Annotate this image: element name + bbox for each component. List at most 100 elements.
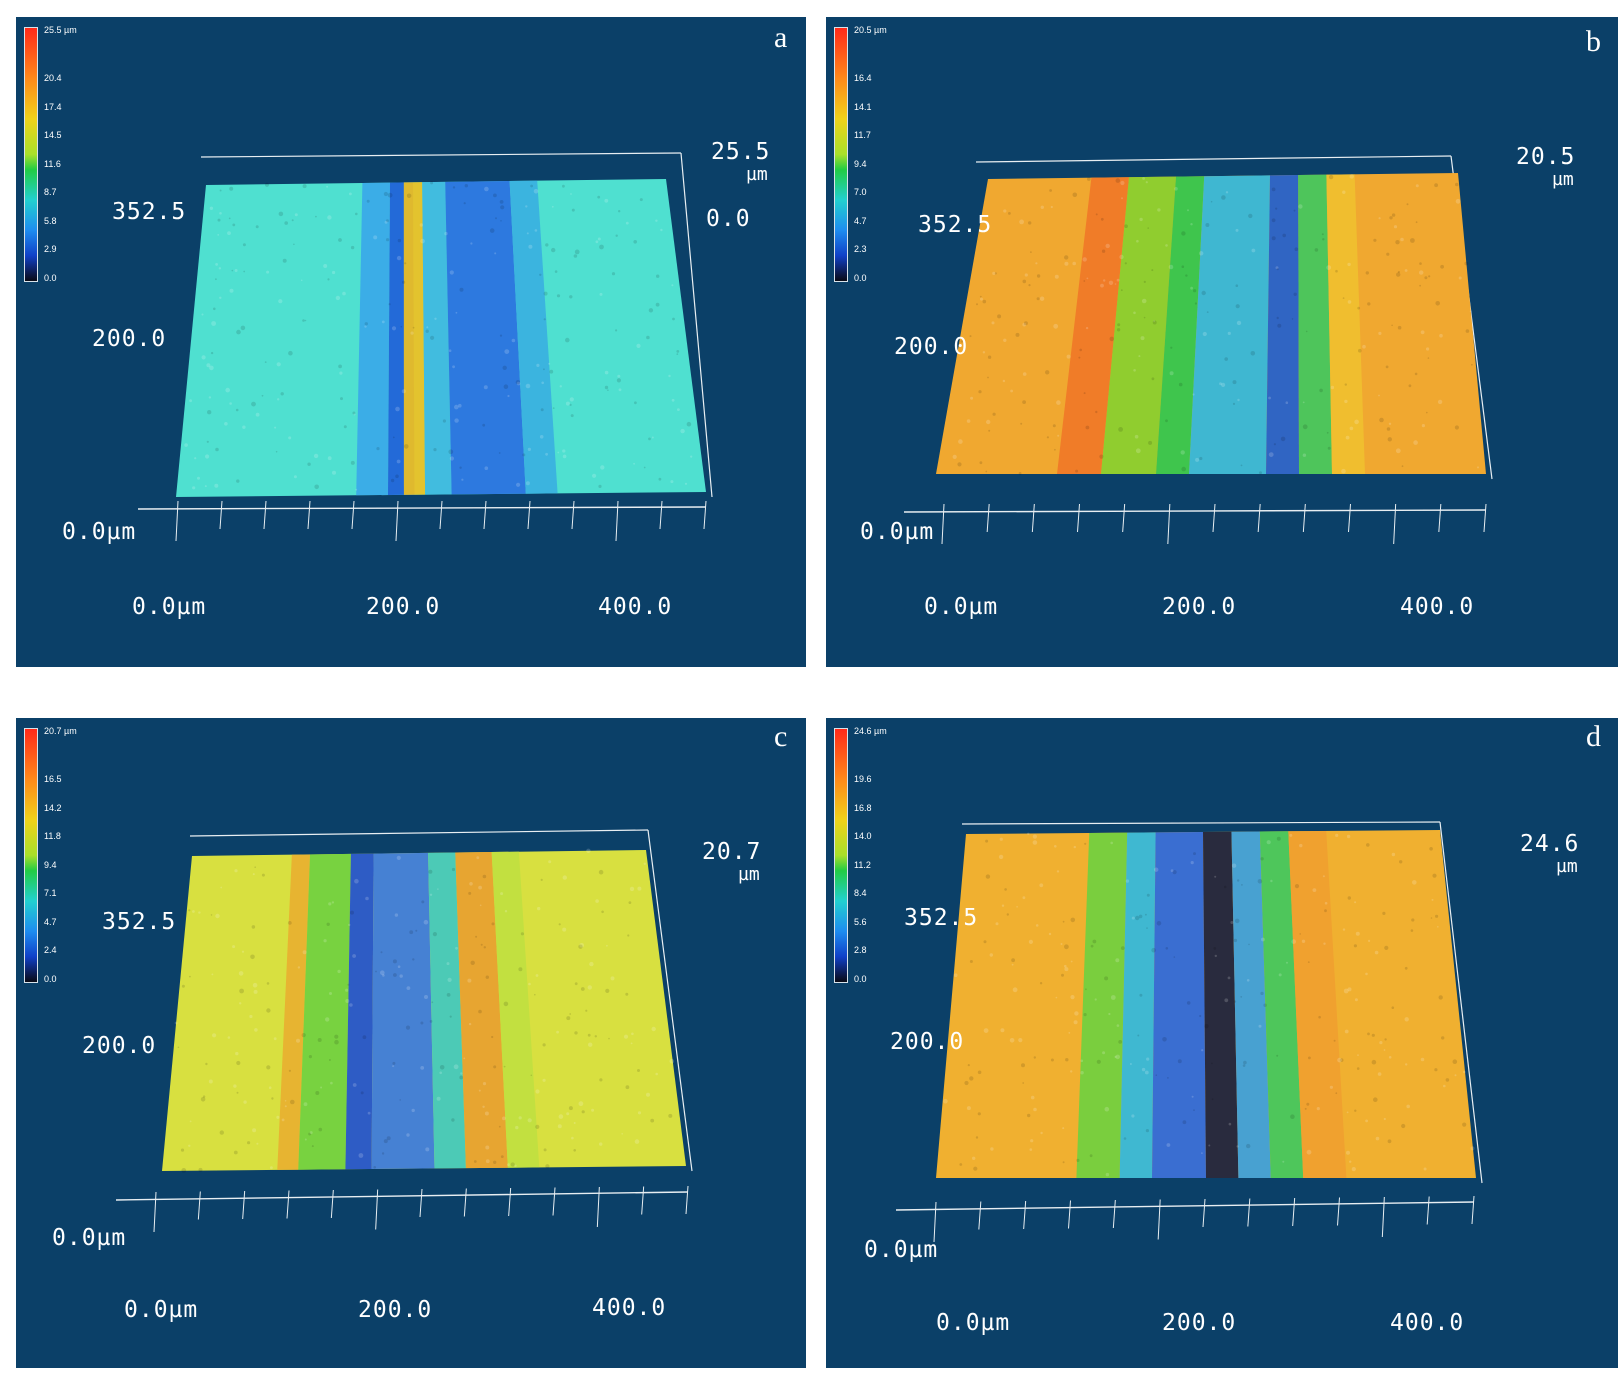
texture-speck (1052, 424, 1056, 428)
texture-speck (1299, 843, 1303, 848)
x-axis-tick (1348, 503, 1351, 533)
texture-speck (1015, 332, 1020, 337)
texture-speck (1354, 419, 1359, 425)
texture-speck (623, 1034, 629, 1039)
texture-speck (420, 1021, 424, 1025)
texture-speck (1201, 1049, 1204, 1052)
texture-speck (997, 314, 1002, 319)
texture-speck (1395, 448, 1401, 454)
texture-speck (1306, 1149, 1312, 1155)
texture-speck (255, 412, 260, 417)
texture-speck (499, 200, 504, 204)
texture-speck (570, 414, 574, 418)
texture-speck (515, 1125, 519, 1130)
texture-speck (395, 474, 399, 479)
texture-speck (1061, 973, 1064, 977)
texture-speck (373, 1166, 377, 1169)
x-axis-tick (1426, 1196, 1430, 1225)
texture-speck (1129, 1063, 1132, 1065)
texture-speck (1324, 909, 1327, 913)
texture-speck (1441, 1036, 1445, 1040)
colorbar-tick-label: 8.4 (854, 888, 867, 898)
texture-speck (446, 993, 451, 997)
texture-speck (953, 973, 958, 977)
colorbar-b: 20.5 µm 16.4 14.1 11.7 9.4 7.0 4.7 2.3 0.0 (834, 25, 894, 283)
texture-speck (680, 428, 685, 434)
texture-speck (396, 855, 401, 860)
texture-speck (189, 399, 193, 403)
texture-speck (1115, 1054, 1120, 1060)
texture-speck (549, 369, 554, 374)
colorbar-tick-label: 11.2 (854, 859, 871, 870)
texture-speck (943, 1098, 948, 1104)
colorbar-tick-label: 16.5 (44, 774, 62, 784)
texture-speck (300, 279, 303, 282)
texture-speck (311, 1145, 314, 1148)
texture-speck (1199, 456, 1203, 461)
texture-speck (621, 1133, 623, 1135)
texture-speck (539, 435, 544, 439)
texture-speck (442, 419, 446, 423)
texture-speck (412, 958, 415, 961)
texture-speck (1054, 448, 1056, 451)
texture-speck (1404, 1017, 1409, 1022)
texture-speck (1464, 261, 1469, 266)
texture-speck (452, 186, 456, 189)
texture-speck (1431, 898, 1434, 901)
texture-speck (978, 390, 982, 394)
texture-speck (1201, 290, 1206, 296)
texture-speck (1230, 921, 1234, 924)
texture-speck (1280, 436, 1286, 442)
texture-speck (627, 934, 630, 937)
texture-speck (192, 910, 195, 913)
texture-speck (1022, 372, 1027, 376)
texture-speck (234, 869, 238, 873)
texture-speck (1028, 221, 1032, 225)
texture-speck (520, 932, 524, 936)
texture-speck (1365, 1119, 1368, 1123)
texture-speck (181, 1168, 187, 1173)
texture-speck (625, 1085, 630, 1090)
texture-speck (1085, 988, 1087, 991)
colorbar-tick-label: 9.4 (854, 158, 867, 169)
texture-speck (1346, 834, 1351, 839)
texture-speck (236, 329, 241, 335)
x-axis-tick (508, 1187, 512, 1217)
texture-speck (979, 295, 982, 298)
texture-speck (288, 436, 292, 440)
texture-speck (340, 397, 343, 401)
x-axis-tick (1302, 503, 1306, 533)
texture-speck (478, 1089, 481, 1092)
texture-speck (569, 397, 574, 402)
texture-speck (350, 245, 355, 250)
texture-speck (1414, 372, 1418, 376)
texture-speck (243, 270, 246, 273)
texture-speck (1102, 1051, 1106, 1055)
texture-speck (348, 923, 351, 927)
x-label-200: 200.0 (366, 594, 441, 620)
texture-speck (383, 191, 388, 197)
texture-speck (1143, 316, 1146, 319)
texture-speck (232, 945, 236, 949)
texture-speck (412, 326, 415, 329)
texture-speck (1062, 920, 1065, 923)
texture-speck (646, 335, 650, 340)
texture-speck (1250, 351, 1256, 356)
texture-speck (254, 1028, 258, 1032)
texture-speck (541, 381, 544, 385)
texture-speck (985, 839, 989, 843)
texture-speck (551, 247, 556, 253)
texture-speck (393, 973, 397, 977)
texture-speck (1419, 262, 1422, 265)
texture-speck (404, 262, 407, 265)
y-label-200: 200.0 (82, 1033, 157, 1059)
texture-speck (1305, 330, 1308, 333)
x-axis-tick (1023, 1200, 1027, 1230)
texture-speck (297, 966, 301, 969)
texture-speck (380, 970, 385, 975)
texture-speck (1142, 177, 1145, 180)
texture-speck (1368, 939, 1371, 942)
texture-speck (307, 462, 311, 466)
texture-speck (670, 480, 674, 484)
texture-speck (264, 182, 270, 187)
